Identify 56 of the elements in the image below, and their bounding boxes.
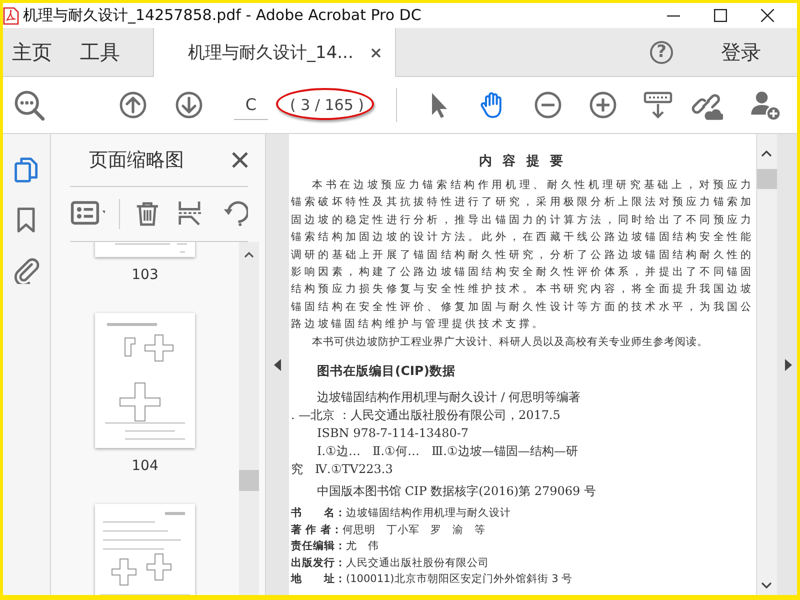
paragraph: 本书在边坡预应力锚索结构作用机理、耐久性机理研究基础上，对预应力锚索破坏特性及其抗拔特性进行了研究，采用极限分析上限法对预应力锚索加固边坡的稳定性进行分析，推导出锚固力的计算方法，同时给出了不同预应力锚索结构加固边坡的设计方法。此外，在西藏干线公路边坡锚固结构安全性能调研的基础上开展了锚固结构耐久性研究，分析了公路边坡锚固结构耐久性的影响因素，构建了公路边坡锚固结构安全耐久性评价体系，并提出了不同锚固结构预应力损失修复与安全性维护技术。本书研究内容，将全面提升我国边坡锚固结构在安全性评价、修复加固与耐久性设计等方面的技术水平，为我国公路边坡锚固结构维护与管理提供技术支撑。 xyxy=(291,178,754,332)
maximize-icon[interactable] xyxy=(714,9,727,22)
page-number: 103 xyxy=(132,267,158,283)
cip-line: 中国版本图书馆 CIP 数据核字(2016)第 279069 号 xyxy=(316,483,597,500)
next-arrow-icon[interactable] xyxy=(785,358,792,370)
cip-line: Ⅰ.①边… Ⅱ.①何… Ⅲ.①边坡—锚固—结构—研 xyxy=(316,443,579,460)
sign-in-button[interactable]: 登录 xyxy=(715,38,767,66)
add-user-icon[interactable] xyxy=(749,89,781,121)
close-icon[interactable] xyxy=(761,9,774,22)
arrow-up-circle-icon[interactable] xyxy=(118,90,148,120)
tab[interactable]: 工具 xyxy=(71,28,139,76)
heading: 内 容 提 要 xyxy=(478,152,567,170)
section-title: 图书在版编目(CIP)数据 xyxy=(317,363,456,380)
search-icon xyxy=(13,89,45,121)
scrollbar-thumb[interactable] xyxy=(757,169,777,189)
scrollbar[interactable] xyxy=(239,242,259,595)
arrow-down-circle-icon[interactable] xyxy=(174,90,204,120)
pages-icon[interactable] xyxy=(12,156,40,184)
zoom-out-icon[interactable] xyxy=(533,90,564,120)
close-tab-icon[interactable] xyxy=(371,48,382,58)
help-button[interactable]: ? xyxy=(650,40,673,64)
keyboard-arrow-icon[interactable] xyxy=(643,90,674,120)
info-value: 人民交通出版社股份有限公司 xyxy=(346,556,489,569)
close-icon[interactable] xyxy=(232,152,248,168)
panel-title: 页面缩略图 xyxy=(89,148,185,173)
cip-line: ISBN 978-7-114-13480-7 xyxy=(316,425,470,442)
tab[interactable]: 机理与耐久设计_14... xyxy=(153,28,396,77)
page-thumbnail[interactable] xyxy=(95,242,195,257)
info-value: (100011)北京市朝阳区安定门外外馆斜街 3 号 xyxy=(346,573,573,586)
info-label: 著 作 者： xyxy=(291,524,342,536)
info-label: 责任编辑： xyxy=(291,540,346,552)
previous-arrow-icon[interactable] xyxy=(274,358,281,370)
paperclip-icon[interactable] xyxy=(12,256,40,284)
cip-line: 究 Ⅳ.①TV223.3 xyxy=(291,461,394,478)
search-button[interactable] xyxy=(13,89,45,121)
info-label: 书 名： xyxy=(291,507,346,520)
zoom-in-icon[interactable] xyxy=(588,90,618,120)
info-value: 何思明 丁小军 罗 渝 等 xyxy=(342,524,486,536)
page-thumbnail[interactable] xyxy=(95,313,195,448)
cip-line: . —北京 ：人民交通出版社股份有限公司，2017.5 xyxy=(291,407,562,424)
info-label: 出版发行： xyxy=(291,556,346,569)
scroll-up-icon[interactable] xyxy=(244,251,254,258)
window-title: 机理与耐久设计_14257858.pdf - Adobe Acrobat Pro DC xyxy=(23,6,422,25)
cip-line: 边坡锚固结构作用机理与耐久设计 / 何思明等编著 xyxy=(316,389,582,406)
scrollbar-thumb[interactable] xyxy=(239,470,259,491)
info-value: 边坡锚固结构作用机理与耐久设计 xyxy=(346,507,511,520)
tab[interactable]: 主页 xyxy=(3,28,71,76)
info-value: 尤 伟 xyxy=(346,540,379,552)
paragraph: 本书可供边坡防护工程业界广大设计、科研人员以及高校有关专业师生参考阅读。 xyxy=(311,334,709,350)
info-label: 地 址： xyxy=(291,573,346,586)
page-number: 104 xyxy=(132,458,158,474)
page-thumbnail[interactable] xyxy=(95,504,195,595)
page-count: ( 3 / 165 ) xyxy=(282,92,372,118)
scrollbar[interactable] xyxy=(756,134,777,595)
scroll-up-icon[interactable] xyxy=(761,150,772,157)
scroll-down-icon[interactable] xyxy=(761,582,772,589)
